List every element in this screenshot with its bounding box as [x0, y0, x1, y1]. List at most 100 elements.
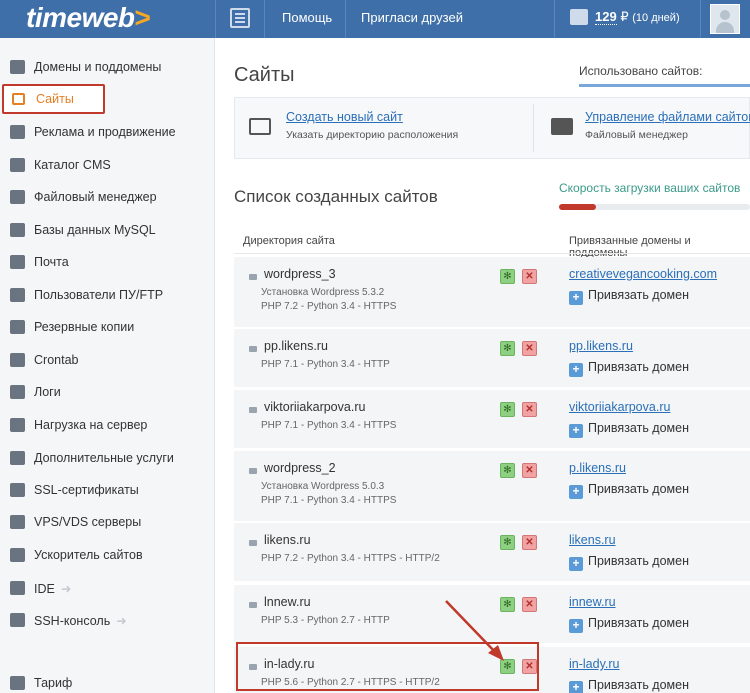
- sidebar-item-load[interactable]: Нагрузка на сервер: [0, 410, 215, 442]
- clock-icon: [10, 353, 25, 367]
- delete-icon[interactable]: ✕: [522, 269, 537, 284]
- site-settings: PHP 7.1 - Python 3.4 - HTTPS: [261, 495, 397, 506]
- balance[interactable]: 129 ₽ (10 дней): [595, 9, 680, 25]
- site-settings: PHP 7.1 - Python 3.4 - HTTP: [261, 359, 390, 370]
- bind-domain-button[interactable]: + Привязать домен: [569, 482, 689, 499]
- plus-icon: +: [569, 363, 583, 377]
- site-settings: PHP 7.1 - Python 3.4 - HTTPS: [261, 420, 397, 431]
- folder-icon: [551, 118, 573, 135]
- usage-bar: [579, 84, 750, 87]
- sidebar-item-tariff[interactable]: Тариф: [0, 668, 215, 693]
- bind-domain-button[interactable]: + Привязать домен: [569, 616, 689, 633]
- table-row: likens.ru PHP 7.2 - Python 3.4 - HTTPS -…: [234, 523, 750, 581]
- services-icon: [10, 451, 25, 465]
- divider: [215, 0, 216, 38]
- sidebar-item-logs[interactable]: Логи: [0, 377, 215, 409]
- avatar[interactable]: [710, 4, 740, 34]
- page-title: Сайты: [234, 64, 295, 86]
- sidebar-item-backups[interactable]: Резервные копии: [0, 312, 215, 344]
- sidebar-item-ssh[interactable]: SSH-консоль ➜: [0, 605, 215, 637]
- folder-icon: [249, 468, 257, 474]
- table-row: wordpress_2 Установка Wordpress 5.0.3 PH…: [234, 451, 750, 521]
- help-link[interactable]: Помощь: [282, 10, 332, 25]
- gear-icon[interactable]: ✻: [500, 341, 515, 356]
- speed-link[interactable]: Скорость загрузки ваших сайтов: [559, 181, 740, 195]
- tariff-icon: [10, 676, 25, 690]
- wallet-icon: [570, 9, 588, 25]
- site-name[interactable]: lnnew.ru: [264, 595, 311, 609]
- site-cms: Установка Wordpress 5.0.3: [261, 481, 385, 492]
- site-domain-link[interactable]: creativevegancooking.com: [569, 267, 717, 281]
- file-manager-link[interactable]: Управление файлами сайтов: [585, 110, 750, 124]
- backup-icon: [10, 320, 25, 334]
- sidebar-item-ide[interactable]: IDE ➜: [0, 573, 215, 605]
- mail-icon: [10, 255, 25, 269]
- gear-icon[interactable]: ✻: [500, 535, 515, 550]
- sidebar-item-domains[interactable]: Домены и поддомены: [0, 52, 215, 84]
- sidebar-item-ssl[interactable]: SSL-сертификаты: [0, 475, 215, 507]
- delete-icon[interactable]: ✕: [522, 402, 537, 417]
- divider: [554, 0, 555, 38]
- delete-icon[interactable]: ✕: [522, 341, 537, 356]
- table-row: viktoriiakarpova.ru PHP 7.1 - Python 3.4…: [234, 390, 750, 448]
- sidebar-item-sites[interactable]: Сайты: [2, 84, 105, 114]
- bind-domain-button[interactable]: + Привязать домен: [569, 554, 689, 571]
- site-settings: PHP 5.3 - Python 2.7 - HTTP: [261, 615, 390, 626]
- site-domain-link[interactable]: innew.ru: [569, 595, 616, 609]
- gear-icon[interactable]: ✻: [500, 402, 515, 417]
- sidebar-item-mail[interactable]: Почта: [0, 247, 215, 279]
- column-header-domains: Привязанные домены и поддомены: [569, 235, 691, 259]
- gear-icon[interactable]: ✻: [500, 269, 515, 284]
- usage-label: Использовано сайтов:: [579, 64, 703, 78]
- sidebar-item-cms[interactable]: Каталог CMS: [0, 150, 215, 182]
- site-name[interactable]: pp.likens.ru: [264, 339, 328, 353]
- site-name[interactable]: viktoriiakarpova.ru: [264, 400, 365, 414]
- speed-bar: [559, 204, 750, 210]
- log-icon: [10, 385, 25, 399]
- sidebar-item-vps[interactable]: VPS/VDS серверы: [0, 507, 215, 539]
- site-domain-link[interactable]: likens.ru: [569, 533, 616, 547]
- sidebar-item-services[interactable]: Дополнительные услуги: [0, 443, 215, 475]
- logo[interactable]: timeweb>: [26, 2, 151, 34]
- site-name[interactable]: likens.ru: [264, 533, 311, 547]
- external-arrow-icon: ➜: [60, 582, 72, 596]
- divider: [264, 0, 265, 38]
- site-icon: [12, 93, 25, 105]
- column-header-dir: Директория сайта: [243, 235, 335, 247]
- bind-domain-button[interactable]: + Привязать домен: [569, 678, 689, 693]
- create-site-link[interactable]: Создать новый сайт: [286, 110, 403, 124]
- site-domain-link[interactable]: in-lady.ru: [569, 657, 619, 671]
- chart-icon: [10, 418, 25, 432]
- site-domain-link[interactable]: pp.likens.ru: [569, 339, 633, 353]
- plus-icon: +: [569, 424, 583, 438]
- bind-domain-button[interactable]: + Привязать домен: [569, 360, 689, 377]
- table-row: wordpress_3 Установка Wordpress 5.3.2 PH…: [234, 257, 750, 327]
- server-icon: [10, 515, 25, 529]
- sidebar-item-accelerator[interactable]: Ускоритель сайтов: [0, 540, 215, 572]
- bind-domain-button[interactable]: + Привязать домен: [569, 288, 689, 305]
- divider: [700, 0, 701, 38]
- site-domain-link[interactable]: viktoriiakarpova.ru: [569, 400, 670, 414]
- sidebar-item-file-manager[interactable]: Файловый менеджер: [0, 182, 215, 214]
- delete-icon[interactable]: ✕: [522, 535, 537, 550]
- delete-icon[interactable]: ✕: [522, 597, 537, 612]
- site-name[interactable]: wordpress_2: [264, 461, 336, 475]
- annotation-arrow-icon: [445, 600, 504, 661]
- site-domain-link[interactable]: p.likens.ru: [569, 461, 626, 475]
- site-name[interactable]: wordpress_3: [264, 267, 336, 281]
- sidebar-item-users[interactable]: Пользователи ПУ/FTP: [0, 280, 215, 312]
- delete-icon[interactable]: ✕: [522, 463, 537, 478]
- sidebar-item-ads[interactable]: Реклама и продвижение: [0, 117, 215, 149]
- actions-panel: Создать новый сайт Указать директорию ра…: [234, 97, 750, 159]
- invite-link[interactable]: Пригласи друзей: [361, 10, 463, 25]
- divider: [345, 0, 346, 38]
- bind-domain-button[interactable]: + Привязать домен: [569, 421, 689, 438]
- plus-icon: +: [569, 291, 583, 305]
- sidebar-item-mysql[interactable]: Базы данных MySQL: [0, 215, 215, 247]
- sidebar: Домены и поддомены Сайты Реклама и продв…: [0, 38, 215, 693]
- file-manager-subtitle: Файловый менеджер: [585, 129, 688, 141]
- sidebar-item-crontab[interactable]: Crontab: [0, 345, 215, 377]
- news-icon[interactable]: [230, 8, 250, 28]
- folder-icon: [249, 274, 257, 280]
- gear-icon[interactable]: ✻: [500, 463, 515, 478]
